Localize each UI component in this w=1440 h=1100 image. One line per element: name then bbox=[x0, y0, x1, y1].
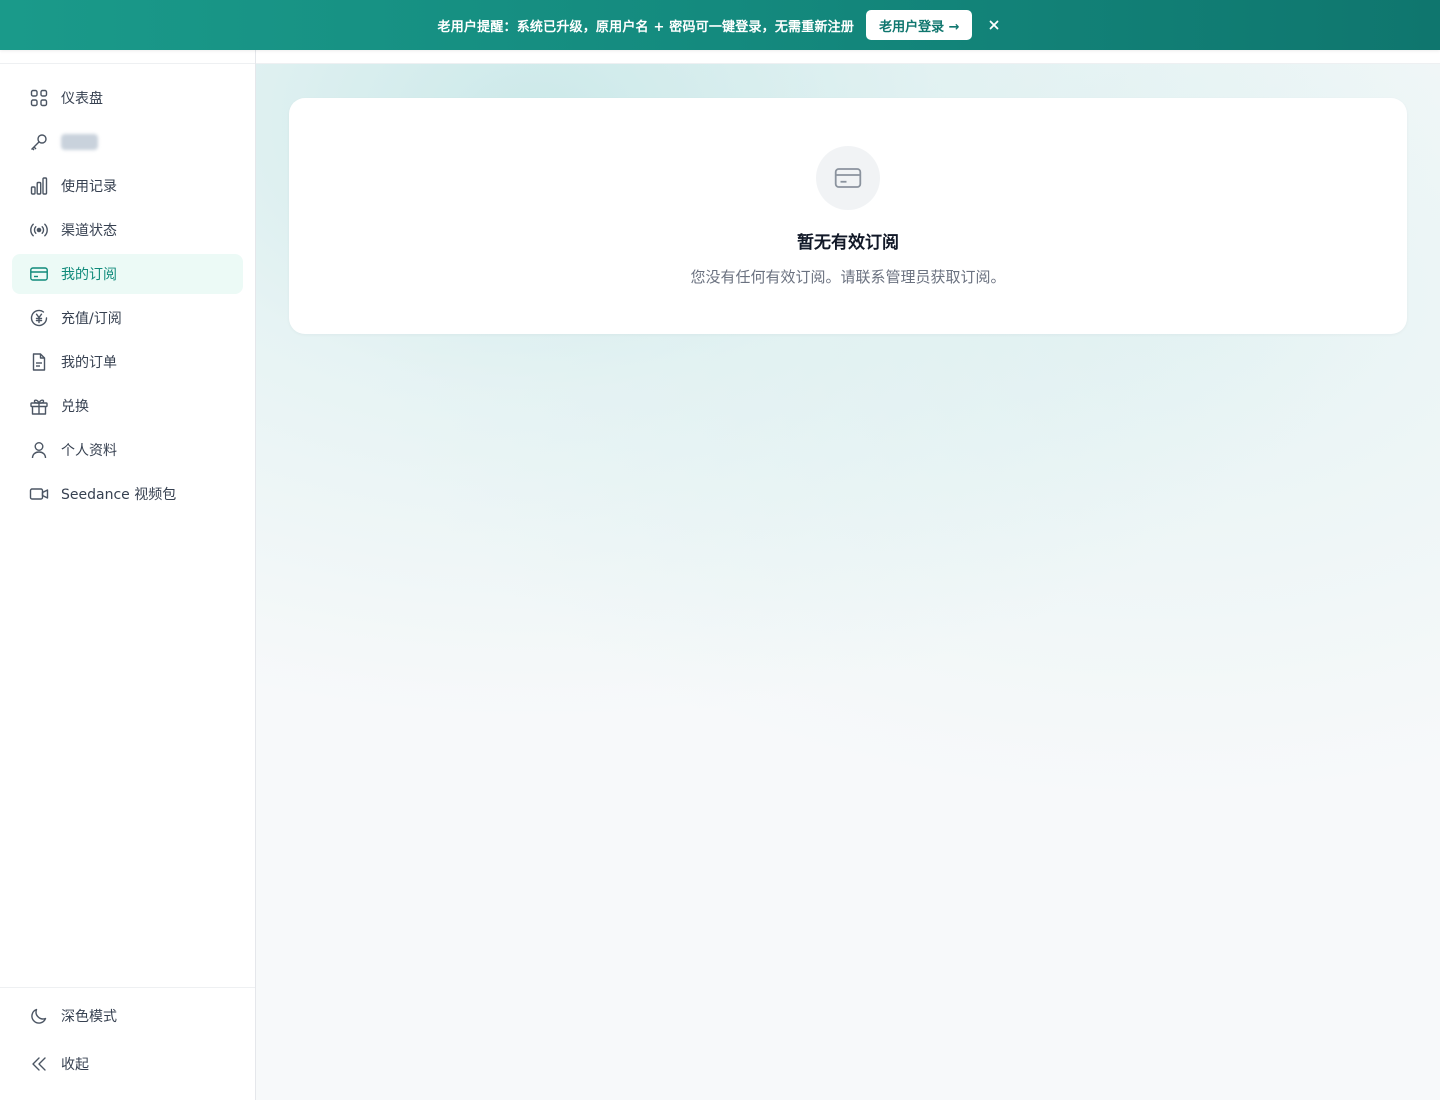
collapse-sidebar-button[interactable]: 收起 bbox=[12, 1044, 243, 1084]
sidebar-item-profile[interactable]: 个人资料 bbox=[12, 430, 243, 470]
sidebar-item-redeem[interactable]: 兑换 bbox=[12, 386, 243, 426]
chevrons-left-icon bbox=[29, 1054, 49, 1074]
sidebar-item-label: 使用记录 bbox=[61, 179, 117, 195]
banner-message: 老用户提醒：系统已升级，原用户名 + 密码可一键登录，无需重新注册 bbox=[437, 19, 855, 35]
sidebar-item-label: 充值/订阅 bbox=[61, 311, 122, 327]
empty-state-card: 暂无有效订阅 您没有任何有效订阅。请联系管理员获取订阅。 bbox=[289, 98, 1407, 334]
sidebar-item-my-orders[interactable]: 我的订单 bbox=[12, 342, 243, 382]
dashboard-grid-icon bbox=[29, 88, 49, 108]
signal-icon bbox=[29, 220, 49, 240]
blurred-label bbox=[61, 134, 98, 150]
sidebar-item-seedance-video[interactable]: Seedance 视频包 bbox=[12, 474, 243, 514]
dark-mode-label: 深色模式 bbox=[61, 1009, 117, 1025]
sidebar-item-label: 我的订单 bbox=[61, 355, 117, 371]
video-icon bbox=[29, 484, 49, 504]
announcement-banner: 老用户提醒：系统已升级，原用户名 + 密码可一键登录，无需重新注册 老用户登录 … bbox=[0, 0, 1440, 50]
empty-state-title: 暂无有效订阅 bbox=[797, 233, 899, 253]
dark-mode-toggle[interactable]: 深色模式 bbox=[12, 996, 243, 1036]
sidebar-footer: 深色模式 收起 bbox=[0, 987, 255, 1100]
moon-icon bbox=[29, 1006, 49, 1026]
sidebar-item-label: 我的订阅 bbox=[61, 267, 117, 283]
sidebar-item-my-subscription[interactable]: 我的订阅 bbox=[12, 254, 243, 294]
empty-state-description: 您没有任何有效订阅。请联系管理员获取订阅。 bbox=[690, 268, 1006, 286]
user-icon bbox=[29, 440, 49, 460]
credit-card-icon bbox=[29, 264, 49, 284]
sidebar-nav: 仪表盘 使用记录 渠道状态 我的订阅 充值/订阅 我的订单 兑换 个人资料 Se… bbox=[12, 78, 243, 518]
sidebar-item-label: 个人资料 bbox=[61, 443, 117, 459]
credit-card-icon bbox=[833, 163, 863, 193]
gift-icon bbox=[29, 396, 49, 416]
sidebar-item-label: 仪表盘 bbox=[61, 91, 103, 107]
sidebar-item-channel-status[interactable]: 渠道状态 bbox=[12, 210, 243, 250]
sidebar-item-label: 兑换 bbox=[61, 399, 89, 415]
key-icon bbox=[29, 132, 49, 152]
collapse-label: 收起 bbox=[61, 1057, 89, 1073]
legacy-user-login-button[interactable]: 老用户登录 → bbox=[866, 10, 973, 40]
bar-chart-icon bbox=[29, 176, 49, 196]
empty-state-icon-wrapper bbox=[816, 146, 880, 210]
sidebar-item-label: Seedance 视频包 bbox=[61, 487, 177, 503]
sidebar-item-recharge[interactable]: 充值/订阅 bbox=[12, 298, 243, 338]
sidebar-item-dashboard[interactable]: 仪表盘 bbox=[12, 78, 243, 118]
sidebar-item-label: 渠道状态 bbox=[61, 223, 117, 239]
main-content: 暂无有效订阅 您没有任何有效订阅。请联系管理员获取订阅。 bbox=[256, 0, 1440, 1100]
yen-coin-icon bbox=[29, 308, 49, 328]
document-icon bbox=[29, 352, 49, 372]
sidebar: 仪表盘 使用记录 渠道状态 我的订阅 充值/订阅 我的订单 兑换 个人资料 Se… bbox=[0, 0, 256, 1100]
close-icon[interactable] bbox=[986, 17, 1002, 33]
sidebar-item-usage[interactable]: 使用记录 bbox=[12, 166, 243, 206]
sidebar-item-keys[interactable] bbox=[12, 122, 243, 162]
